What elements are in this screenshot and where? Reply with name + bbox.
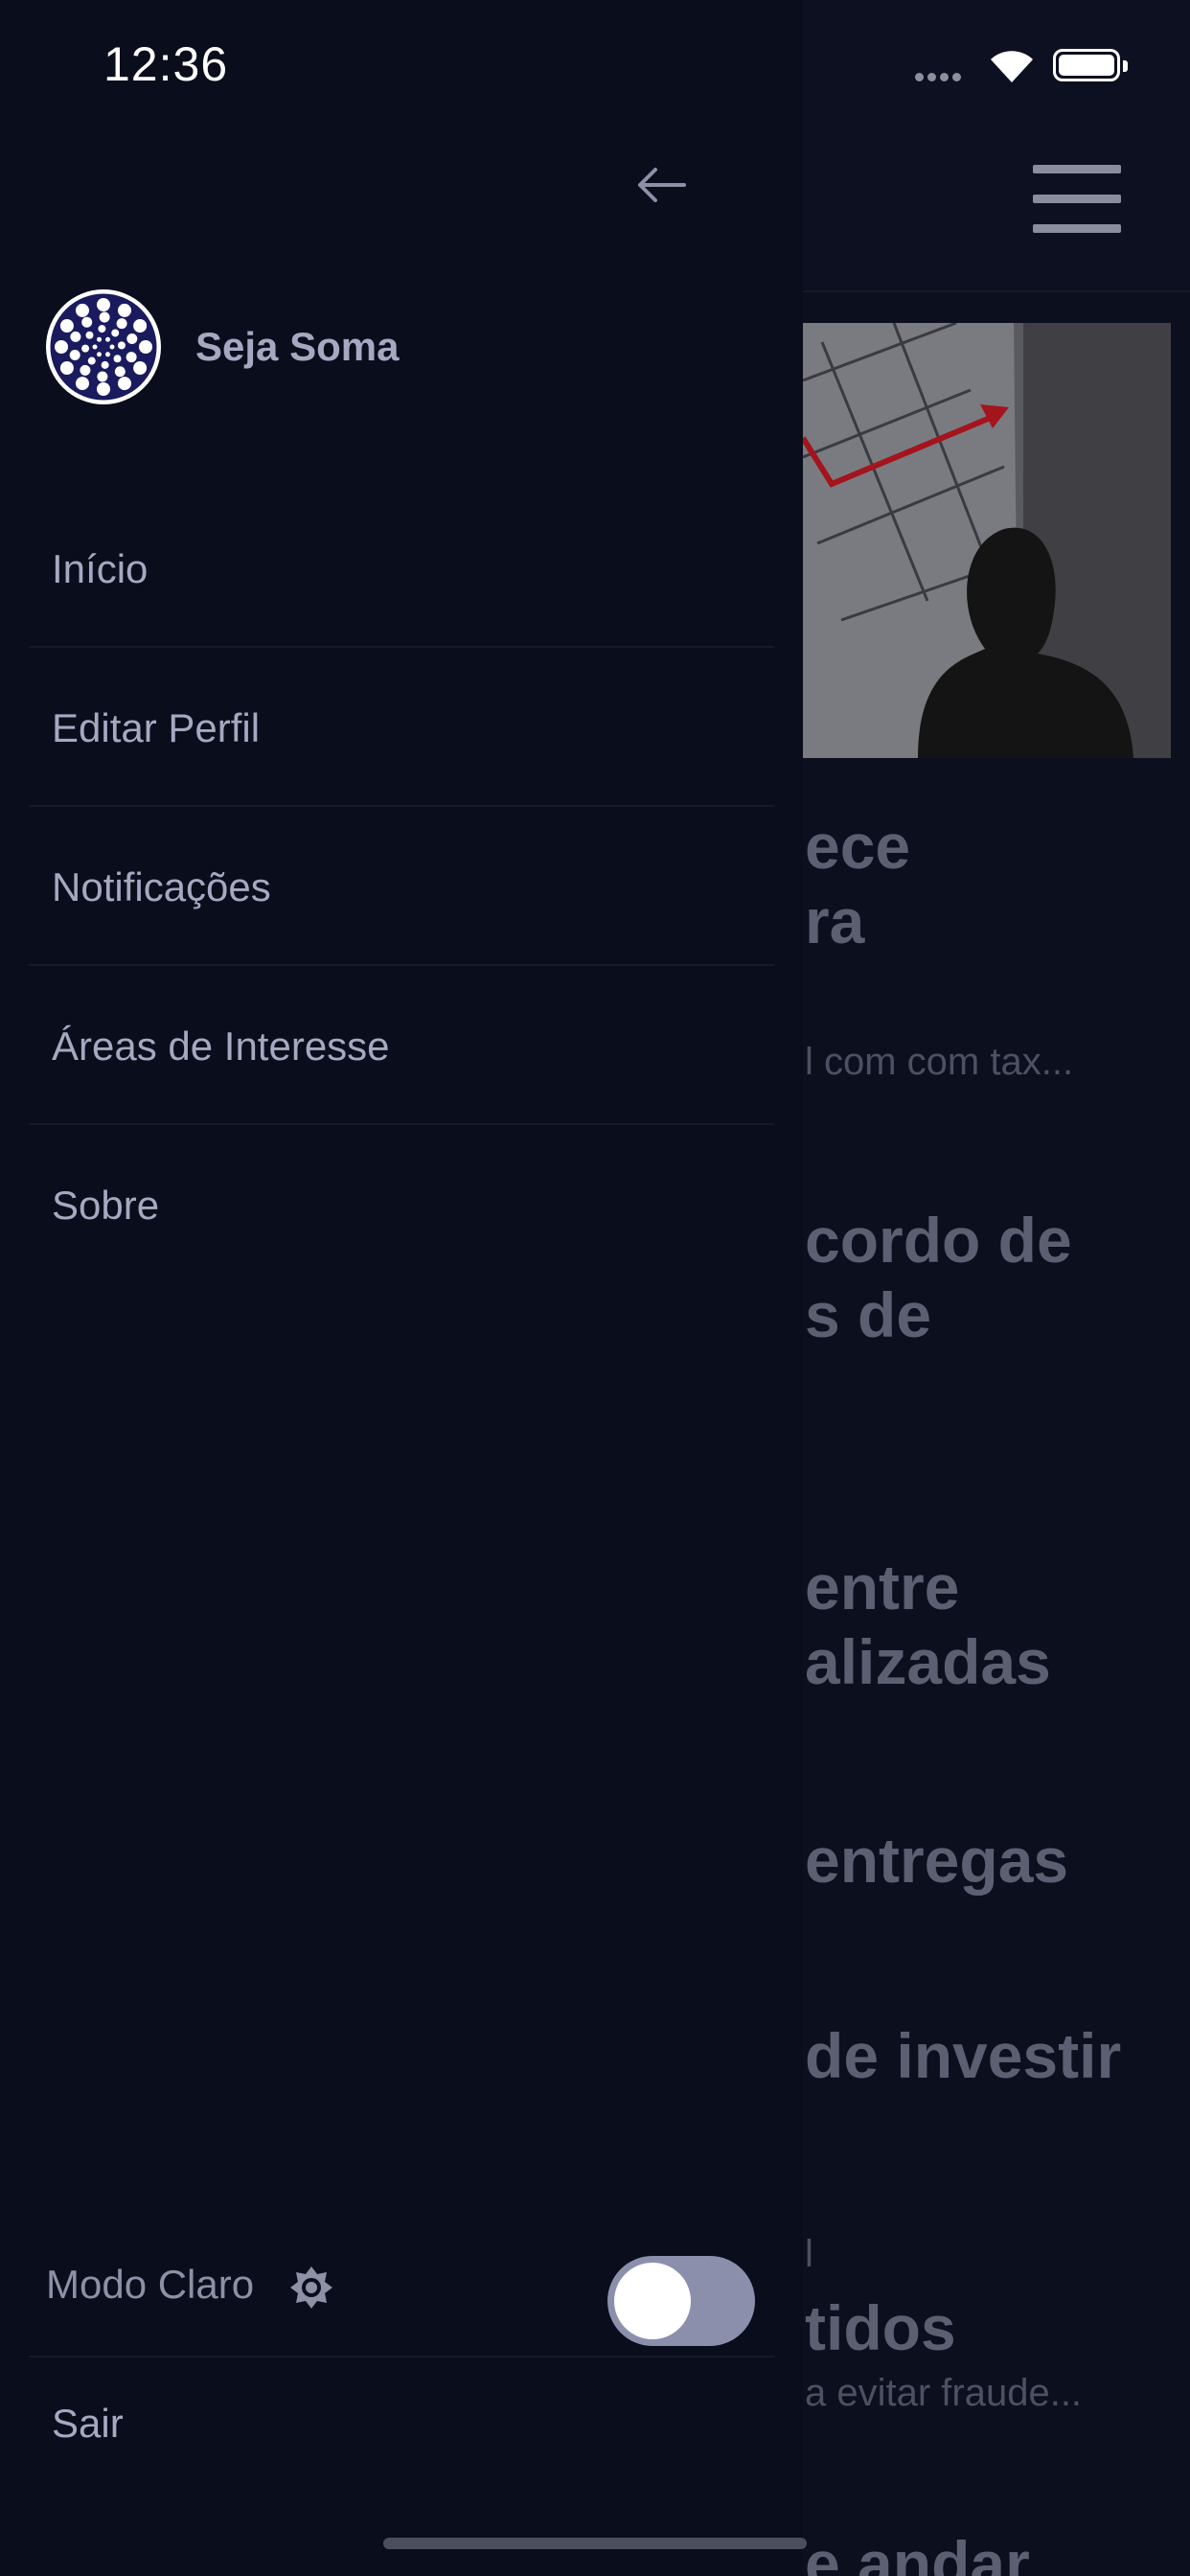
menu-item-label: Sobre	[52, 1183, 160, 1228]
theme-mode-label: Modo Claro	[46, 2262, 255, 2307]
menu-item-label: Áreas de Interesse	[52, 1024, 390, 1069]
article-summary-fragment: a evitar fraude...	[805, 2372, 1083, 2414]
light-mode-toggle[interactable]	[607, 2256, 755, 2346]
profile-name: Seja Soma	[195, 324, 400, 369]
status-icons	[915, 46, 1135, 84]
sun-icon	[289, 2266, 333, 2314]
menu-item-editar-perfil[interactable]: Editar Perfil	[29, 648, 774, 807]
avatar	[46, 289, 161, 404]
article-title-fragment: s de	[805, 1279, 932, 1350]
logout-button[interactable]: Sair	[52, 2401, 124, 2447]
article-summary-fragment: l com com tax...	[805, 1041, 1074, 1083]
article-title-fragment: de investir	[805, 2020, 1122, 2091]
menu-item-label: Editar Perfil	[52, 705, 261, 750]
article-title-fragment: ece	[805, 811, 911, 882]
article-title-fragment: entre	[805, 1552, 960, 1622]
wifi-icon	[987, 46, 1037, 89]
article-title-fragment: cordo de	[805, 1205, 1072, 1276]
menu-icon[interactable]	[1033, 165, 1121, 233]
menu-item-label: Início	[52, 546, 149, 591]
article-title-fragment: e andar	[805, 2528, 1030, 2576]
menu-item-inicio[interactable]: Início	[29, 489, 774, 648]
article-title-fragment: entregas	[805, 1825, 1069, 1896]
menu-item-label: Notificações	[52, 864, 271, 909]
home-indicator	[383, 2538, 807, 2549]
article-category-fragment: l	[805, 2233, 813, 2275]
menu-item-areas-de-interesse[interactable]: Áreas de Interesse	[29, 966, 774, 1125]
article-hero-image[interactable]	[803, 323, 1171, 758]
menu-item-sobre[interactable]: Sobre	[29, 1125, 774, 1284]
theme-mode-row: Modo Claro	[29, 2233, 774, 2358]
navigation-drawer: 12:36 Seja Soma Início Editar Perfil Not…	[0, 0, 803, 2576]
menu-item-notificacoes[interactable]: Notificações	[29, 807, 774, 966]
article-title-fragment: tidos	[805, 2292, 956, 2363]
article-title-fragment: ra	[805, 886, 865, 956]
status-time: 12:36	[103, 37, 229, 91]
article-title-fragment: alizadas	[805, 1626, 1051, 1697]
battery-icon	[1053, 49, 1120, 81]
back-arrow-icon[interactable]	[632, 161, 690, 209]
